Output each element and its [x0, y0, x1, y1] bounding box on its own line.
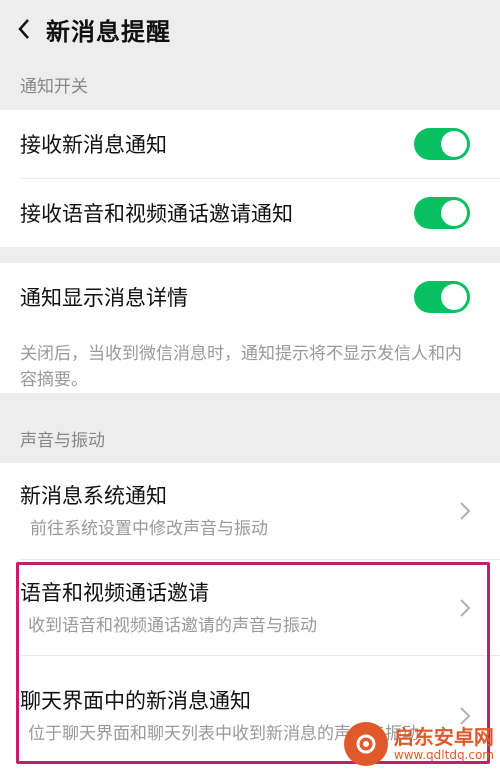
receive-new-toggle[interactable] — [414, 128, 470, 160]
chevron-left-icon — [18, 19, 29, 39]
watermark-logo-icon — [343, 722, 388, 766]
setting-row-call-invite[interactable]: 语音和视频通话邀请 收到语音和视频通话邀请的声音与振动 — [0, 560, 500, 655]
setting-description: 前往系统设置中修改声音与振动 — [30, 519, 268, 539]
setting-row-show-detail[interactable]: 通知显示消息详情 关闭后，当收到微信消息时，通知提示将不显示发信人和内容摘要。 — [0, 263, 500, 393]
setting-label: 新消息系统通知 — [20, 484, 167, 508]
page-title: 新消息提醒 — [46, 17, 171, 46]
setting-label: 接收新消息通知 — [20, 133, 167, 157]
section-header-sound: 声音与振动 — [20, 430, 105, 451]
group-gap — [0, 247, 500, 263]
watermark-name: 启东安卓网 — [393, 725, 494, 749]
section-header-notify-switch: 通知开关 — [20, 76, 88, 97]
setting-description: 关闭后，当收到微信消息时，通知提示将不显示发信人和内容摘要。 — [20, 344, 462, 390]
setting-label: 通知显示消息详情 — [20, 286, 188, 310]
setting-label: 语音和视频通话邀请 — [20, 580, 209, 605]
setting-label: 聊天界面中的新消息通知 — [20, 689, 251, 713]
back-button[interactable] — [0, 0, 48, 58]
watermark-url: www.qdltdq.com — [393, 748, 494, 762]
notify-switch-group: 接收新消息通知 接收语音和视频通话邀请通知 — [0, 110, 500, 247]
setting-description: 收到语音和视频通话邀请的声音与振动 — [28, 615, 317, 636]
toggle-knob — [441, 284, 467, 310]
show-detail-toggle[interactable] — [414, 281, 470, 313]
detail-group: 通知显示消息详情 关闭后，当收到微信消息时，通知提示将不显示发信人和内容摘要。 — [0, 263, 500, 393]
setting-row-receive-call[interactable]: 接收语音和视频通话邀请通知 — [0, 179, 500, 247]
toggle-knob — [441, 131, 467, 157]
setting-row-receive-new[interactable]: 接收新消息通知 — [0, 110, 500, 178]
top-bar: 新消息提醒 — [0, 0, 500, 58]
group-gap — [0, 393, 500, 413]
watermark: 启东安卓网 www.qdltdq.com — [343, 722, 494, 766]
toggle-knob — [441, 200, 467, 226]
chevron-right-icon — [460, 502, 471, 520]
setting-label: 接收语音和视频通话邀请通知 — [20, 202, 293, 226]
setting-row-system-notify[interactable]: 新消息系统通知 前往系统设置中修改声音与振动 — [0, 463, 500, 559]
receive-call-toggle[interactable] — [414, 197, 470, 229]
chevron-right-icon — [460, 598, 471, 617]
